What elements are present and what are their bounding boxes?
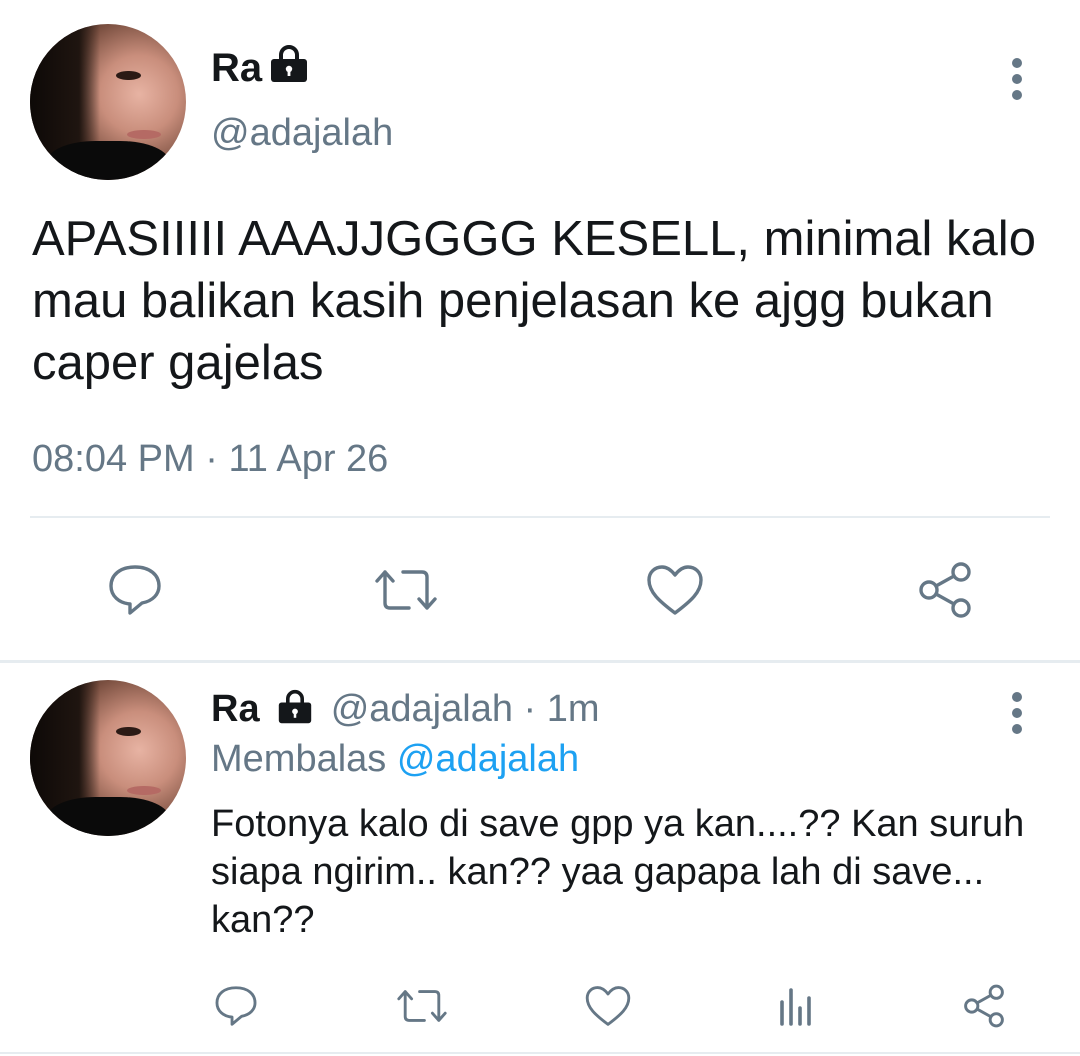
reply-button[interactable] <box>208 980 264 1032</box>
reply-display-name: Ra <box>211 688 260 730</box>
replying-to: Membalas @adajalah <box>211 738 579 781</box>
protected-lock-icon <box>268 44 310 89</box>
like-button[interactable] <box>580 980 636 1032</box>
share-button[interactable] <box>910 556 980 624</box>
reply-author-avatar[interactable] <box>30 680 186 836</box>
more-options-icon[interactable] <box>1005 692 1029 740</box>
reply-meta-separator: · <box>512 688 547 730</box>
retweet-button[interactable] <box>390 980 454 1032</box>
reply-icon <box>215 986 257 1026</box>
like-icon <box>585 986 631 1026</box>
share-icon <box>964 984 1004 1028</box>
replying-label: Membalas <box>211 738 387 780</box>
tweet-timestamp[interactable]: 08:04 PM · 11 Apr 26 <box>32 438 388 481</box>
retweet-icon <box>397 990 447 1022</box>
tweet-date: 11 Apr 26 <box>228 438 389 480</box>
retweet-icon <box>375 570 437 610</box>
reply-button[interactable] <box>100 558 170 622</box>
protected-lock-icon <box>276 689 314 735</box>
share-button[interactable] <box>956 978 1012 1034</box>
reply-header[interactable]: Ra @adajalah · 1m <box>211 688 600 735</box>
reply-icon <box>109 565 161 615</box>
retweet-button[interactable] <box>368 558 444 622</box>
author-handle[interactable]: @adajalah <box>211 112 393 155</box>
reply-text: Fotonya kalo di save gpp ya kan....?? Ka… <box>211 803 1025 941</box>
section-divider <box>0 660 1080 663</box>
author-avatar[interactable] <box>30 24 186 180</box>
share-icon <box>919 562 971 618</box>
tweet-text: APASIIIII AAAJJGGGG KESELL, minimal kalo… <box>32 212 1036 390</box>
timestamp-separator: · <box>194 438 229 480</box>
reply-age: 1m <box>546 688 600 730</box>
like-icon <box>647 565 703 615</box>
author-display-name[interactable]: Ra <box>211 46 262 91</box>
tweet-time: 08:04 PM <box>32 438 195 480</box>
analytics-button[interactable] <box>768 980 824 1032</box>
more-options-icon[interactable] <box>1005 58 1029 106</box>
replying-mention[interactable]: @adajalah <box>397 738 579 780</box>
divider <box>30 516 1050 518</box>
analytics-icon <box>780 988 811 1026</box>
like-button[interactable] <box>640 558 710 622</box>
reply-handle: @adajalah <box>330 688 513 730</box>
section-divider <box>0 1052 1080 1054</box>
